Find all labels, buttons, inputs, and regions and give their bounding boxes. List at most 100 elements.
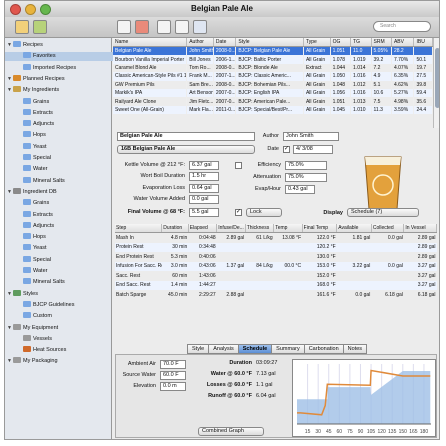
sidebar-item[interactable]: Grains [5, 97, 121, 107]
tab-schedule[interactable]: Schedule [237, 344, 273, 354]
table-row[interactable]: Infusion For Sacc. Rest3.0 min0:43:061.3… [115, 261, 437, 271]
evap-hour-field[interactable]: 0.43 gal [285, 185, 315, 194]
efficiency-field[interactable]: 75.0% [285, 161, 327, 170]
source-water-field[interactable]: 60.0 F [160, 371, 186, 380]
boil-duration-field[interactable]: 1.5 hr [189, 172, 219, 181]
table-row[interactable]: Markik's IPA Art Benson 2007-0... BJCP: Eng… [113, 88, 433, 98]
table-row[interactable]: Railyard Ale Clone Jim Fletc... 2007-0... B… [113, 97, 433, 106]
sidebar-item[interactable]: Water [5, 267, 121, 276]
column-header[interactable]: Duration [161, 224, 189, 233]
sidebar-item[interactable]: ▼ My Packaging [5, 357, 111, 366]
final-volume-checkbox[interactable]: ✓ [235, 209, 242, 216]
graph-type-select[interactable]: Combined Graph [198, 427, 264, 436]
tab-notes[interactable]: Notes [342, 344, 368, 354]
author-field[interactable]: John Smith [283, 132, 339, 141]
sidebar-item[interactable]: Mineral Salts [5, 176, 121, 186]
sidebar-item[interactable]: Hops [5, 131, 121, 140]
column-header[interactable]: Thickness [245, 224, 275, 233]
tab-analysis[interactable]: Analysis [208, 344, 239, 354]
sidebar-item[interactable]: BJCP Guidelines [5, 300, 121, 310]
new-recipe-icon[interactable] [117, 20, 131, 34]
table-row[interactable]: Belgian Pale Ale John Smith 2008-0... BJCP:… [113, 46, 433, 56]
column-header[interactable]: OG [330, 38, 352, 47]
column-header[interactable]: Temp [273, 224, 303, 233]
recipe-list-scrollbar[interactable] [433, 38, 439, 128]
sidebar-item[interactable]: Heat Sources [5, 346, 121, 355]
final-volume-field[interactable]: 5.5 gal [189, 208, 219, 217]
display-select[interactable]: Schedule (7) [347, 208, 419, 217]
sidebar-item[interactable]: Adjuncts [5, 120, 121, 129]
sidebar-item[interactable]: Vessels [5, 334, 121, 344]
column-header[interactable]: Infuse/De... [216, 224, 246, 233]
evaporation-loss-field[interactable]: 0.64 gal [189, 184, 219, 193]
column-header[interactable]: IBU [413, 38, 433, 47]
tab-carbonation[interactable]: Carbonation [303, 344, 344, 354]
sidebar-item[interactable]: ▼ Ingredient DB [5, 187, 111, 197]
column-header[interactable]: SRM [371, 38, 392, 47]
table-row[interactable]: Classic American-Style Pils #1 19... Fran… [113, 72, 433, 81]
column-header[interactable]: TG [350, 38, 372, 47]
table-row[interactable]: Bourbon Vanilla Imperial Porter Bill Jone… [113, 55, 433, 64]
sidebar-item[interactable]: Favorites [5, 52, 121, 62]
table-row[interactable]: Mash In 4.8 min 0:04:48 2.89 gal 61 L/kg 13.0… [115, 233, 437, 243]
sidebar-item[interactable]: ▼ Styles [5, 289, 111, 299]
scale-recipe-icon[interactable] [135, 20, 149, 34]
table-row[interactable]: Protein Rest 30 min 0:34:48 120.2 °F 2.89 ga… [115, 242, 437, 252]
attenuation-field[interactable]: 75.0% [285, 173, 327, 182]
table-row[interactable]: End Protein Rest 5.3 min 0:40:06 130.0 °F 2.… [115, 252, 437, 262]
sidebar-item[interactable]: Adjuncts [5, 221, 121, 231]
column-header[interactable]: ABV [391, 38, 415, 47]
tab-summary[interactable]: Summary [271, 344, 305, 354]
lock-select[interactable]: Lock [246, 208, 282, 217]
table-row[interactable]: Caramel Blond Ale Tom Ro... 2008-0... BJCP:… [113, 63, 433, 73]
sidebar-item[interactable]: ▼ Recipes [5, 41, 111, 50]
column-header[interactable]: Available [336, 224, 372, 233]
print-icon[interactable] [157, 20, 171, 34]
sidebar-item[interactable]: Water [5, 165, 121, 174]
new-folder-icon[interactable] [15, 20, 29, 34]
table-row[interactable]: Sacc. Rest 60 min 1:43:06 152.0 °F 3.27 gal [115, 271, 437, 281]
sidebar-item[interactable]: Extracts [5, 210, 121, 220]
ambient-air-field[interactable]: 70.0 F [160, 360, 186, 369]
sidebar-item[interactable]: Mineral Salts [5, 278, 121, 287]
sidebar-item[interactable]: ▼ Planned Recipes [5, 74, 111, 84]
column-header[interactable]: Step [115, 224, 163, 233]
sidebar-item[interactable]: Special [5, 154, 121, 163]
date-checkbox[interactable]: ✓ [283, 146, 290, 153]
sidebar-item[interactable]: Extracts [5, 108, 121, 118]
sidebar-item[interactable]: Grains [5, 199, 121, 208]
zoom-icon[interactable] [40, 4, 51, 15]
column-header[interactable]: Name [113, 38, 188, 47]
sidebar-item[interactable]: ▼ My Ingredients [5, 86, 111, 95]
elevation-field[interactable]: 0.0 m [160, 382, 186, 391]
column-header[interactable]: Collected [371, 224, 405, 233]
column-header[interactable]: Date [213, 38, 237, 47]
kettle-volume-field[interactable]: 6.37 gal [189, 161, 219, 170]
tab-style[interactable]: Style [187, 344, 210, 354]
export-icon[interactable] [193, 20, 207, 34]
sidebar-item[interactable]: Hops [5, 233, 121, 242]
sidebar-item[interactable]: Yeast [5, 244, 121, 253]
minimize-icon[interactable] [25, 4, 36, 15]
recipe-name-field[interactable]: Belgian Pale Ale [117, 132, 255, 141]
column-header[interactable]: In Vessel [403, 224, 437, 233]
column-header[interactable]: Type [303, 38, 331, 47]
column-header[interactable]: Author [186, 38, 214, 47]
table-row[interactable]: Batch Sparge 45.0 min 2:29:27 2.88 gal 161.6… [115, 290, 437, 300]
sidebar-item[interactable]: Yeast [5, 142, 121, 152]
water-volume-field[interactable]: 0.0 gal [189, 195, 219, 204]
table-row[interactable]: GW Premium Pils Sam Bre... 2008-0... BJCP: … [113, 80, 433, 89]
column-header[interactable]: Elapsed [188, 224, 218, 233]
search-input[interactable]: Search [373, 21, 431, 32]
table-row[interactable]: End Sacc. Rest 1.4 min 1:44:27 168.0 °F 3.27… [115, 280, 437, 290]
duplicate-icon[interactable] [175, 20, 189, 34]
sidebar-item[interactable]: Custom [5, 312, 121, 321]
sidebar-item[interactable]: Special [5, 255, 121, 265]
sidebar-item[interactable]: Imported Recipes [5, 63, 121, 73]
column-header[interactable]: Style [235, 38, 304, 47]
sidebar-item[interactable]: ▼ My Equipment [5, 323, 111, 333]
close-icon[interactable] [10, 4, 21, 15]
date-field[interactable]: 4/ 3/08 [293, 145, 333, 154]
add-recipe-icon[interactable] [33, 20, 47, 34]
style-select[interactable]: 16B Belgian Pale Ale [117, 145, 255, 154]
